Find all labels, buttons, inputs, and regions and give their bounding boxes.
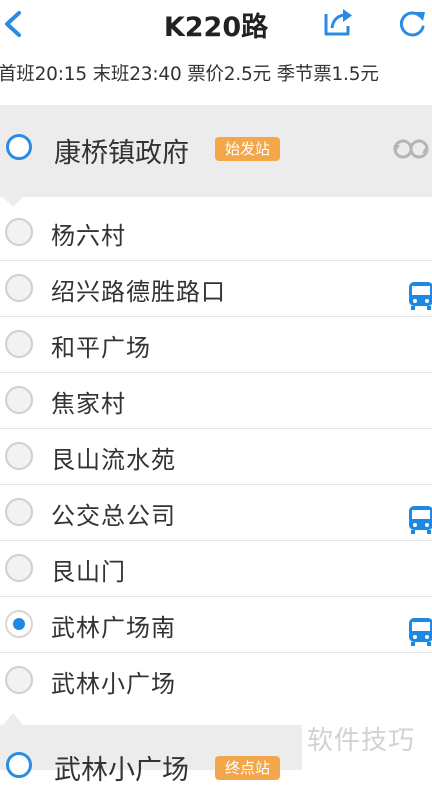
stop-item[interactable]: 武林小广场 <box>0 653 432 709</box>
schedule-info: 首班20:15 末班23:40 票价2.5元 季节票1.5元 <box>0 64 379 85</box>
stop-radio[interactable] <box>5 386 33 414</box>
bus-icon <box>409 282 432 310</box>
start-stop-name[interactable]: 康桥镇政府 <box>54 131 189 170</box>
stop-name: 焦家村 <box>51 390 126 418</box>
stop-name: 艮山流水苑 <box>51 446 176 474</box>
end-stop-badge: 终点站 <box>215 756 281 780</box>
stop-item[interactable]: 绍兴路德胜路口 <box>0 261 432 317</box>
stop-radio-selected[interactable] <box>5 610 33 638</box>
stop-name: 武林广场南 <box>51 614 176 642</box>
stop-radio[interactable] <box>5 442 33 470</box>
start-stop-badge: 始发站 <box>215 137 281 161</box>
bus-icon <box>409 506 432 534</box>
start-stop-radio[interactable] <box>6 134 32 160</box>
end-stop-radio[interactable] <box>6 752 32 778</box>
stop-radio[interactable] <box>5 274 33 302</box>
stop-item[interactable]: 杨六村 <box>0 205 432 261</box>
stop-item[interactable]: 武林广场南 <box>0 597 432 653</box>
stop-item[interactable]: 艮山门 <box>0 541 432 597</box>
stop-list: 杨六村 绍兴路德胜路口 和平广场 焦家村 艮山流水苑 公交总公司 艮山门 武林广… <box>0 205 432 709</box>
stop-radio[interactable] <box>5 666 33 694</box>
watermark: 软件技巧 <box>307 726 416 756</box>
bus-icon <box>409 618 432 646</box>
share-icon[interactable] <box>322 6 354 38</box>
stop-radio[interactable] <box>5 498 33 526</box>
stop-item[interactable]: 艮山流水苑 <box>0 429 432 485</box>
stop-radio[interactable] <box>5 554 33 582</box>
stop-name: 杨六村 <box>51 222 126 250</box>
stop-name: 和平广场 <box>51 334 151 362</box>
header-bar: K220路 <box>0 0 432 50</box>
page-title: K220路 <box>163 12 269 43</box>
end-notch <box>3 713 23 725</box>
refresh-icon[interactable] <box>398 8 428 38</box>
stop-name: 武林小广场 <box>51 670 176 698</box>
stop-name: 绍兴路德胜路口 <box>51 278 226 306</box>
switch-direction-icon[interactable] <box>390 136 432 162</box>
stop-name: 艮山门 <box>51 558 126 586</box>
stop-radio[interactable] <box>5 218 33 246</box>
stop-radio[interactable] <box>5 330 33 358</box>
stop-item[interactable]: 焦家村 <box>0 373 432 429</box>
stop-name: 公交总公司 <box>51 502 176 530</box>
stop-item[interactable]: 公交总公司 <box>0 485 432 541</box>
end-stop-name[interactable]: 武林小广场 <box>54 748 189 787</box>
stop-item[interactable]: 和平广场 <box>0 317 432 373</box>
